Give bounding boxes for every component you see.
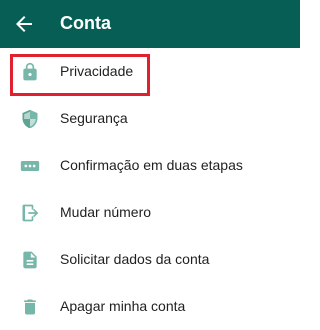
menu-item-delete-account[interactable]: Apagar minha conta — [0, 283, 300, 330]
menu-item-label: Apagar minha conta — [60, 298, 186, 314]
settings-menu: Privacidade Segurança Confirmação em dua… — [0, 48, 300, 330]
menu-item-label: Solicitar dados da conta — [60, 251, 210, 267]
page-title: Conta — [60, 13, 111, 33]
menu-item-label: Privacidade — [60, 63, 134, 79]
menu-item-security[interactable]: Segurança — [0, 95, 300, 142]
menu-item-label: Segurança — [60, 110, 128, 126]
menu-item-two-step[interactable]: Confirmação em duas etapas — [0, 142, 300, 189]
menu-item-label: Confirmação em duas etapas — [60, 157, 243, 173]
dots-icon — [20, 160, 40, 171]
shield-icon — [22, 109, 38, 128]
trash-icon — [24, 299, 36, 314]
arrow-left-icon — [16, 16, 32, 32]
lock-icon — [23, 62, 37, 80]
menu-item-label: Mudar número — [60, 204, 152, 220]
menu-item-privacy[interactable]: Privacidade — [0, 48, 300, 95]
change-number-icon — [22, 204, 39, 221]
document-icon — [23, 251, 37, 268]
menu-item-request-info[interactable]: Solicitar dados da conta — [0, 236, 300, 283]
account-settings-screen: Conta Privacidade Segurança Confirmação … — [0, 0, 300, 330]
app-bar: Conta — [0, 0, 300, 48]
back-button[interactable] — [12, 12, 36, 36]
menu-item-change-number[interactable]: Mudar número — [0, 189, 300, 236]
